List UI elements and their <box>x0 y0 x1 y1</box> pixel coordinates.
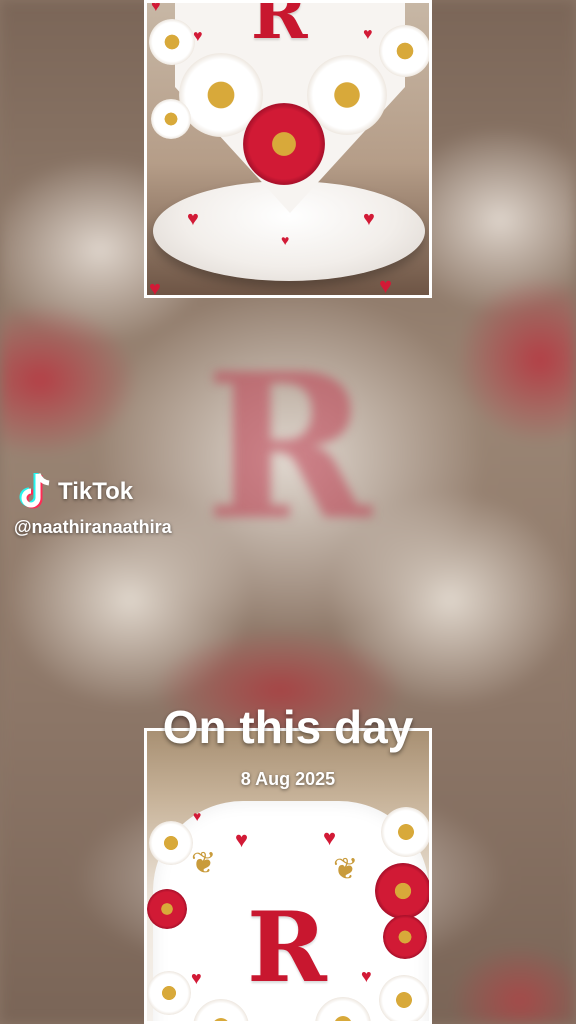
butterfly-icon: ❦ <box>333 853 359 886</box>
username: @naathiranaathira <box>14 517 172 537</box>
memory-date: 8 Aug 2025 <box>240 769 336 789</box>
red-flower <box>243 103 325 185</box>
heart-icon: ♥ <box>193 808 202 824</box>
heart-icon: ♥ <box>191 968 202 988</box>
cake-letter: R <box>251 0 308 55</box>
white-flower <box>149 821 193 865</box>
white-flower <box>149 19 195 65</box>
background-letter: R <box>205 330 372 565</box>
red-flower <box>383 915 427 959</box>
memory-title: On this day <box>162 701 414 753</box>
red-flower <box>375 863 429 919</box>
heart-icon: ♥ <box>363 208 375 230</box>
tiktok-logo-icon <box>18 472 52 512</box>
white-flower <box>379 975 429 1021</box>
heart-icon: ♥ <box>235 827 249 852</box>
white-flower <box>379 25 429 77</box>
heart-icon: ♥ <box>149 278 161 298</box>
heart-icon: ♥ <box>379 273 393 298</box>
heart-icon: ♥ <box>193 28 203 45</box>
tiktok-app-name: TikTok <box>58 478 134 505</box>
white-flower <box>381 807 429 857</box>
heart-icon: ♥ <box>187 208 199 230</box>
butterfly-icon: ❦ <box>191 847 217 880</box>
cake-letter: R <box>247 891 327 1004</box>
white-flower <box>151 99 191 139</box>
heart-icon: ♥ <box>151 0 161 15</box>
red-flower <box>147 889 187 929</box>
tiktok-watermark: TikTok <box>18 472 133 512</box>
heart-icon: ♥ <box>361 966 372 986</box>
white-flower <box>147 971 191 1015</box>
top-photo: R ♥ ♥ ♥ ♥ ♥ ♥ ♥ ♥ <box>144 0 432 298</box>
heart-icon: ♥ <box>363 26 373 43</box>
heart-icon: ♥ <box>281 232 290 248</box>
heart-icon: ♥ <box>323 825 337 850</box>
